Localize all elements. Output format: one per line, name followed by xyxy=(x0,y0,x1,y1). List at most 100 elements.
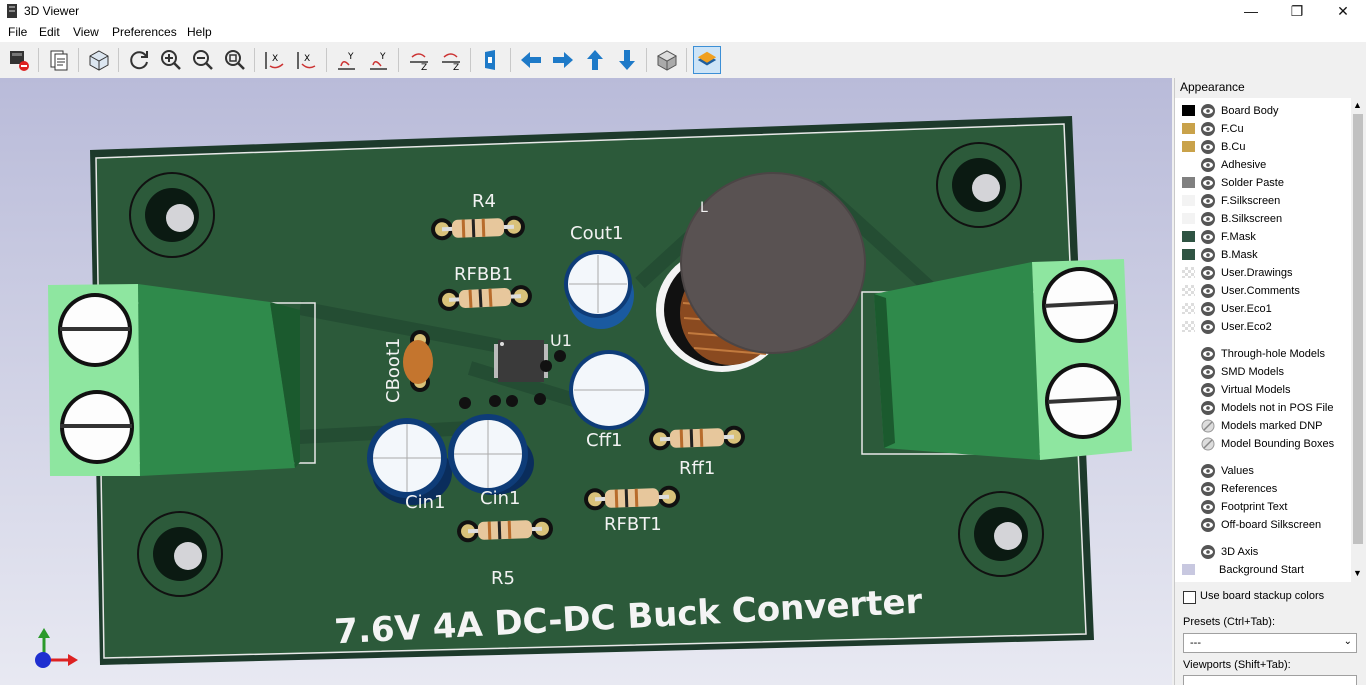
layer-row-footprint-text[interactable]: Footprint Text xyxy=(1175,498,1351,516)
reload-button[interactable] xyxy=(125,46,153,74)
layer-row-references[interactable]: References xyxy=(1175,480,1351,498)
layer-color-swatch[interactable] xyxy=(1182,105,1195,116)
visibility-eye-icon[interactable] xyxy=(1200,266,1216,280)
layer-color-swatch[interactable] xyxy=(1182,249,1195,260)
chevron-down-icon: ⌄ xyxy=(1343,636,1352,647)
visibility-off-icon[interactable] xyxy=(1200,437,1216,451)
rotate-z-ccw-button[interactable]: Z xyxy=(437,46,465,74)
layer-row-off-board-silkscreen[interactable]: Off-board Silkscreen xyxy=(1175,516,1351,534)
rotate-x-cw-button[interactable]: X xyxy=(261,46,289,74)
visibility-eye-icon[interactable] xyxy=(1200,401,1216,415)
layer-color-swatch[interactable] xyxy=(1182,231,1195,242)
viewports-select[interactable] xyxy=(1183,675,1357,685)
layer-row-user-eco1[interactable]: User.Eco1 xyxy=(1175,300,1351,318)
visibility-eye-icon[interactable] xyxy=(1200,518,1216,532)
flip-view-button[interactable] xyxy=(477,46,505,74)
layer-row-user-drawings[interactable]: User.Drawings xyxy=(1175,264,1351,282)
visibility-eye-icon[interactable] xyxy=(1200,464,1216,478)
scroll-thumb[interactable] xyxy=(1353,114,1363,544)
layer-row-b-silkscreen[interactable]: B.Silkscreen xyxy=(1175,210,1351,228)
presets-select[interactable]: --- ⌄ xyxy=(1183,633,1357,653)
layer-row-models-not-in-pos-file[interactable]: Models not in POS File xyxy=(1175,399,1351,417)
pan-left-button[interactable] xyxy=(517,46,545,74)
layer-row-f-silkscreen[interactable]: F.Silkscreen xyxy=(1175,192,1351,210)
layer-row-b-mask[interactable]: B.Mask xyxy=(1175,246,1351,264)
zoom-fit-button[interactable] xyxy=(221,46,249,74)
visibility-eye-icon[interactable] xyxy=(1200,230,1216,244)
minimize-button[interactable]: — xyxy=(1228,0,1274,22)
menu-view[interactable]: View xyxy=(73,25,99,39)
rotate-x-ccw-button[interactable]: X xyxy=(293,46,321,74)
visibility-eye-icon[interactable] xyxy=(1200,194,1216,208)
copy-image-button[interactable] xyxy=(45,46,73,74)
scroll-down-icon[interactable]: ▼ xyxy=(1353,568,1362,578)
visibility-eye-icon[interactable] xyxy=(1200,320,1216,334)
layer-row-background-start[interactable]: Background Start xyxy=(1175,561,1351,579)
layer-row-solder-paste[interactable]: Solder Paste xyxy=(1175,174,1351,192)
rotate-y-ccw-button[interactable]: Y xyxy=(365,46,393,74)
layer-color-swatch[interactable] xyxy=(1182,321,1195,332)
pan-up-button[interactable] xyxy=(581,46,609,74)
layer-color-swatch[interactable] xyxy=(1182,213,1195,224)
menu-help[interactable]: Help xyxy=(187,25,212,39)
layer-row-models-marked-dnp[interactable]: Models marked DNP xyxy=(1175,417,1351,435)
3d-viewport[interactable]: R4 Cout1 RFBB1 U1 CBoot1 Cff1 Rff1 Cin1 … xyxy=(0,78,1172,685)
layer-row-smd-models[interactable]: SMD Models xyxy=(1175,363,1351,381)
layer-row-model-bounding-boxes[interactable]: Model Bounding Boxes xyxy=(1175,435,1351,453)
layer-list-scrollbar[interactable]: ▲ ▼ xyxy=(1351,98,1365,582)
close-button[interactable]: ✕ xyxy=(1320,0,1366,22)
layer-row-f-cu[interactable]: F.Cu xyxy=(1175,120,1351,138)
layer-row-virtual-models[interactable]: Virtual Models xyxy=(1175,381,1351,399)
zoom-in-button[interactable] xyxy=(157,46,185,74)
visibility-eye-icon[interactable] xyxy=(1200,500,1216,514)
menu-edit[interactable]: Edit xyxy=(39,25,60,39)
visibility-eye-icon[interactable] xyxy=(1200,284,1216,298)
visibility-eye-icon[interactable] xyxy=(1200,212,1216,226)
layer-color-swatch[interactable] xyxy=(1182,177,1195,188)
layer-color-swatch[interactable] xyxy=(1182,285,1195,296)
layer-row-user-comments[interactable]: User.Comments xyxy=(1175,282,1351,300)
toggle-orthographic-button[interactable] xyxy=(653,46,681,74)
layer-color-swatch[interactable] xyxy=(1182,141,1195,152)
layer-row-user-eco2[interactable]: User.Eco2 xyxy=(1175,318,1351,336)
rotate-y-cw-button[interactable]: Y xyxy=(333,46,361,74)
visibility-eye-icon[interactable] xyxy=(1200,482,1216,496)
visibility-eye-icon[interactable] xyxy=(1200,347,1216,361)
layer-row-board-body[interactable]: Board Body xyxy=(1175,102,1351,120)
scroll-up-icon[interactable]: ▲ xyxy=(1353,100,1362,110)
visibility-eye-icon[interactable] xyxy=(1200,140,1216,154)
visibility-eye-icon[interactable] xyxy=(1200,104,1216,118)
pan-right-button[interactable] xyxy=(549,46,577,74)
view-3d-button[interactable] xyxy=(85,46,113,74)
visibility-eye-icon[interactable] xyxy=(1200,302,1216,316)
layer-color-swatch[interactable] xyxy=(1182,195,1195,206)
toggle-appearance-panel-button[interactable] xyxy=(693,46,721,74)
render-raytracing-button[interactable] xyxy=(5,46,33,74)
layer-color-swatch[interactable] xyxy=(1182,123,1195,134)
layer-row-3d-axis[interactable]: 3D Axis xyxy=(1175,543,1351,561)
visibility-eye-icon[interactable] xyxy=(1200,122,1216,136)
layer-row-through-hole-models[interactable]: Through-hole Models xyxy=(1175,345,1351,363)
visibility-eye-icon[interactable] xyxy=(1200,545,1216,559)
layer-color-swatch[interactable] xyxy=(1182,267,1195,278)
layer-row-background-end[interactable]: Background End xyxy=(1175,579,1351,582)
visibility-off-icon[interactable] xyxy=(1200,419,1216,433)
visibility-eye-icon[interactable] xyxy=(1200,158,1216,172)
layer-row-b-cu[interactable]: B.Cu xyxy=(1175,138,1351,156)
layer-row-f-mask[interactable]: F.Mask xyxy=(1175,228,1351,246)
zoom-out-button[interactable] xyxy=(189,46,217,74)
visibility-eye-icon[interactable] xyxy=(1200,248,1216,262)
visibility-eye-icon[interactable] xyxy=(1200,383,1216,397)
menu-preferences[interactable]: Preferences xyxy=(112,25,177,39)
rotate-z-cw-button[interactable]: Z xyxy=(405,46,433,74)
layer-color-swatch[interactable] xyxy=(1182,564,1195,575)
stackup-colors-checkbox[interactable] xyxy=(1183,591,1196,604)
layer-row-values[interactable]: Values xyxy=(1175,462,1351,480)
restore-button[interactable]: ❐ xyxy=(1274,0,1320,22)
pan-down-button[interactable] xyxy=(613,46,641,74)
menu-file[interactable]: File xyxy=(8,25,27,39)
visibility-eye-icon[interactable] xyxy=(1200,176,1216,190)
visibility-eye-icon[interactable] xyxy=(1200,365,1216,379)
layer-color-swatch[interactable] xyxy=(1182,303,1195,314)
layer-row-adhesive[interactable]: Adhesive xyxy=(1175,156,1351,174)
